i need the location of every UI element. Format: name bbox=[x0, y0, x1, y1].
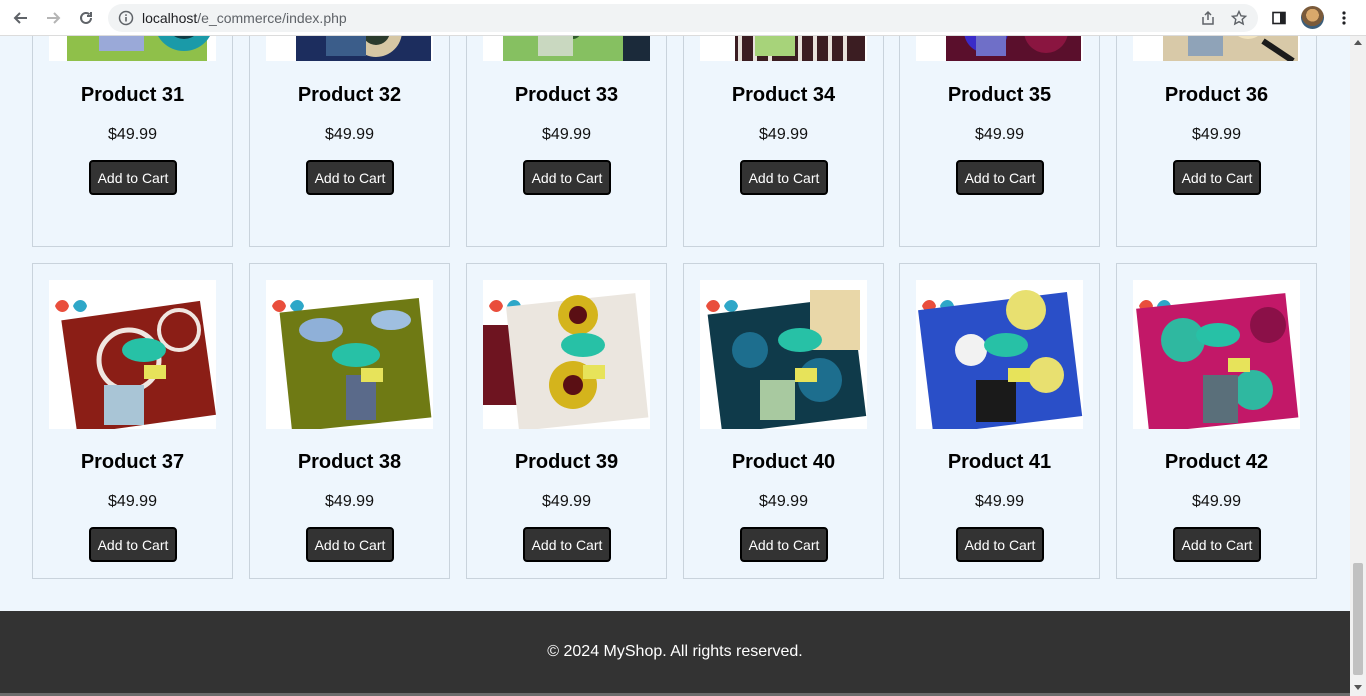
product-name: Product 42 bbox=[1164, 451, 1269, 473]
product-card: Product 41 $49.99 Add to Cart bbox=[899, 263, 1100, 579]
product-name: Product 41 bbox=[947, 451, 1052, 473]
more-vertical-icon bbox=[1342, 11, 1346, 25]
product-image[interactable] bbox=[700, 280, 867, 429]
scroll-down-arrow-icon[interactable] bbox=[1354, 685, 1362, 690]
scrollbar-thumb[interactable] bbox=[1353, 563, 1363, 675]
browser-toolbar: localhost/e_commerce/index.php bbox=[0, 0, 1366, 36]
product-image[interactable] bbox=[916, 280, 1083, 429]
add-to-cart-button[interactable]: Add to Cart bbox=[956, 160, 1044, 195]
product-card: Product 34 $49.99 Add to Cart bbox=[683, 36, 884, 247]
product-price: $49.99 bbox=[325, 493, 374, 510]
url-host: localhost bbox=[142, 10, 198, 26]
reload-icon bbox=[80, 11, 92, 24]
add-to-cart-button[interactable]: Add to Cart bbox=[523, 160, 611, 195]
site-footer: © 2024 MyShop. All rights reserved. bbox=[0, 611, 1350, 696]
product-card: Product 36 $49.99 Add to Cart bbox=[1116, 36, 1317, 247]
side-panel-button[interactable] bbox=[1266, 5, 1292, 31]
reload-button[interactable] bbox=[73, 5, 99, 31]
product-price: $49.99 bbox=[542, 126, 591, 143]
profile-avatar[interactable] bbox=[1301, 6, 1324, 29]
product-image[interactable] bbox=[700, 36, 867, 61]
add-to-cart-button[interactable]: Add to Cart bbox=[956, 527, 1044, 562]
product-price: $49.99 bbox=[325, 126, 374, 143]
product-card: Product 40 $49.99 Add to Cart bbox=[683, 263, 884, 579]
product-card: Product 37 $49.99 Add to Cart bbox=[32, 263, 233, 579]
product-name: Product 40 bbox=[731, 451, 836, 473]
address-bar[interactable]: localhost/e_commerce/index.php bbox=[108, 4, 1258, 32]
product-price: $49.99 bbox=[542, 493, 591, 510]
product-name: Product 32 bbox=[297, 84, 402, 106]
copyright-text: © 2024 MyShop. All rights reserved. bbox=[547, 643, 803, 660]
product-price: $49.99 bbox=[1192, 493, 1241, 510]
product-image[interactable] bbox=[483, 280, 650, 429]
product-name: Product 39 bbox=[514, 451, 619, 473]
product-card: Product 35 $49.99 Add to Cart bbox=[899, 36, 1100, 247]
product-card: Product 42 $49.99 Add to Cart bbox=[1116, 263, 1317, 579]
product-card: Product 31 $49.99 Add to Cart bbox=[32, 36, 233, 247]
product-name: Product 37 bbox=[80, 451, 185, 473]
scroll-up-arrow-icon[interactable] bbox=[1354, 40, 1362, 45]
product-price: $49.99 bbox=[759, 126, 808, 143]
product-price: $49.99 bbox=[975, 126, 1024, 143]
forward-button[interactable] bbox=[40, 5, 66, 31]
product-image[interactable] bbox=[266, 36, 433, 61]
back-button[interactable] bbox=[8, 5, 34, 31]
product-name: Product 36 bbox=[1164, 84, 1269, 106]
product-name: Product 33 bbox=[514, 84, 619, 106]
product-image[interactable] bbox=[49, 36, 216, 61]
product-price: $49.99 bbox=[108, 493, 157, 510]
add-to-cart-button[interactable]: Add to Cart bbox=[89, 160, 177, 195]
add-to-cart-button[interactable]: Add to Cart bbox=[1173, 527, 1261, 562]
product-image[interactable] bbox=[49, 280, 216, 429]
add-to-cart-button[interactable]: Add to Cart bbox=[740, 160, 828, 195]
product-card: Product 39 $49.99 Add to Cart bbox=[466, 263, 667, 579]
bookmark-star-icon[interactable] bbox=[1230, 9, 1248, 27]
product-name: Product 38 bbox=[297, 451, 402, 473]
product-image[interactable] bbox=[916, 36, 1083, 61]
add-to-cart-button[interactable]: Add to Cart bbox=[523, 527, 611, 562]
share-icon[interactable] bbox=[1199, 9, 1217, 27]
product-image[interactable] bbox=[266, 280, 433, 429]
forward-arrow-icon bbox=[47, 12, 61, 24]
add-to-cart-button[interactable]: Add to Cart bbox=[89, 527, 177, 562]
product-image[interactable] bbox=[1133, 280, 1300, 429]
product-name: Product 35 bbox=[947, 84, 1052, 106]
add-to-cart-button[interactable]: Add to Cart bbox=[306, 160, 394, 195]
vertical-scrollbar[interactable] bbox=[1350, 36, 1366, 696]
product-card: Product 38 $49.99 Add to Cart bbox=[249, 263, 450, 579]
product-card: Product 32 $49.99 Add to Cart bbox=[249, 36, 450, 247]
browser-menu-button[interactable] bbox=[1331, 5, 1357, 31]
product-price: $49.99 bbox=[1192, 126, 1241, 143]
url-path: /e_commerce/index.php bbox=[197, 10, 347, 26]
url-text[interactable]: localhost/e_commerce/index.php bbox=[142, 10, 347, 26]
product-card: Product 33 $49.99 Add to Cart bbox=[466, 36, 667, 247]
product-price: $49.99 bbox=[759, 493, 808, 510]
add-to-cart-button[interactable]: Add to Cart bbox=[1173, 160, 1261, 195]
add-to-cart-button[interactable]: Add to Cart bbox=[740, 527, 828, 562]
product-image[interactable] bbox=[483, 36, 650, 61]
add-to-cart-button[interactable]: Add to Cart bbox=[306, 527, 394, 562]
page-viewport: Product 31 $49.99 Add to Cart Product 32… bbox=[0, 36, 1350, 696]
product-name: Product 34 bbox=[731, 84, 836, 106]
product-price: $49.99 bbox=[975, 493, 1024, 510]
back-arrow-icon bbox=[13, 12, 27, 24]
side-panel-icon bbox=[1272, 11, 1286, 25]
product-image[interactable] bbox=[1133, 36, 1300, 61]
info-icon[interactable] bbox=[118, 10, 134, 26]
product-name: Product 31 bbox=[80, 84, 185, 106]
product-price: $49.99 bbox=[108, 126, 157, 143]
